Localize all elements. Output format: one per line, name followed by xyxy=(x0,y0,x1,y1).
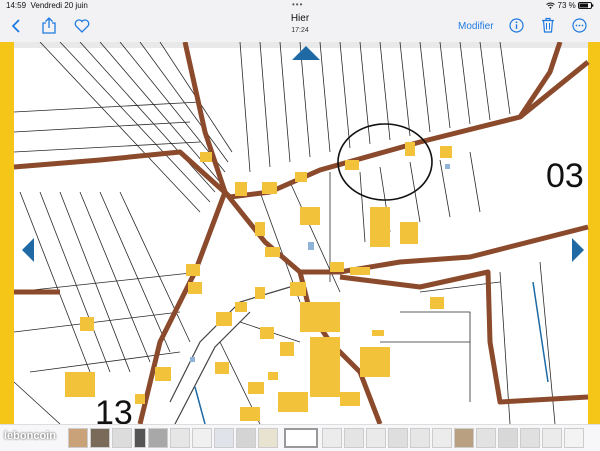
battery-percent: 73 % xyxy=(557,1,576,10)
thumbnail[interactable] xyxy=(388,428,408,448)
thumbnail[interactable] xyxy=(454,428,474,448)
thumbnail[interactable] xyxy=(148,428,168,448)
thumbnail[interactable] xyxy=(564,428,584,448)
status-date: Vendredi 20 juin xyxy=(30,1,88,10)
thumbnail[interactable] xyxy=(170,428,190,448)
thumbnail[interactable] xyxy=(90,428,110,448)
thumbnail[interactable] xyxy=(214,428,234,448)
status-time-date: 14:59 Vendredi 20 juin xyxy=(6,1,88,10)
leboncoin-watermark: leboncoin xyxy=(4,430,56,442)
thumbnail[interactable] xyxy=(344,428,364,448)
cadastral-map-image: 03 13 xyxy=(0,42,600,424)
wifi-icon xyxy=(546,1,557,10)
status-bar: 14:59 Vendredi 20 juin ••• 73 % xyxy=(0,0,600,12)
multitask-dots-icon[interactable]: ••• xyxy=(292,0,303,9)
thumbnail[interactable] xyxy=(366,428,386,448)
thumbnail[interactable] xyxy=(432,428,452,448)
photo-nav-bar: Hier 17:24 Modifier xyxy=(0,12,600,42)
info-icon[interactable] xyxy=(509,18,524,33)
edit-button[interactable]: Modifier xyxy=(458,21,494,32)
thumbnail[interactable] xyxy=(236,428,256,448)
thumbnail[interactable] xyxy=(322,428,342,448)
thumbnail[interactable] xyxy=(520,428,540,448)
thumbnail[interactable] xyxy=(192,428,212,448)
thumbnail-strip: leboncoin xyxy=(0,424,600,451)
status-right: 73 % xyxy=(546,1,594,10)
status-time: 14:59 xyxy=(6,1,27,10)
thumbnail[interactable] xyxy=(542,428,562,448)
trash-icon[interactable] xyxy=(541,17,555,33)
section-number-right: 03 xyxy=(546,157,584,195)
thumbnail[interactable] xyxy=(112,428,132,448)
thumbnail[interactable] xyxy=(476,428,496,448)
thumbnail[interactable] xyxy=(68,428,88,448)
photo-viewer[interactable]: 03 13 xyxy=(0,42,600,424)
thumbnail-selected[interactable] xyxy=(284,428,318,448)
more-options-icon[interactable] xyxy=(572,18,587,33)
thumbnail[interactable] xyxy=(134,428,146,448)
thumbnail[interactable] xyxy=(410,428,430,448)
thumbnail[interactable] xyxy=(498,428,518,448)
thumbnail[interactable] xyxy=(258,428,278,448)
section-number-bottom: 13 xyxy=(95,394,133,424)
battery-icon xyxy=(578,1,594,10)
